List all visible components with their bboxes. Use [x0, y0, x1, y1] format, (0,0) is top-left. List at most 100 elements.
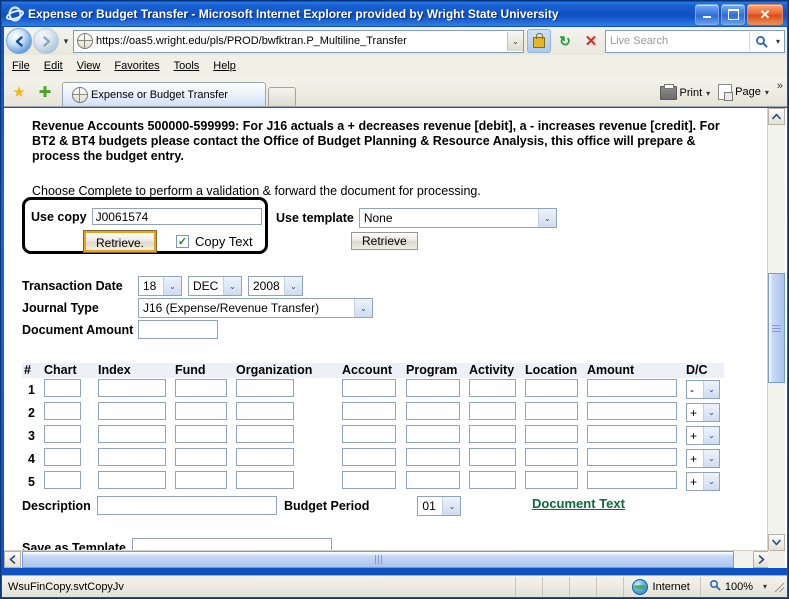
chevron-down-icon[interactable]: ⌄ — [703, 473, 719, 490]
chevron-down-icon[interactable]: ⌄ — [442, 497, 460, 515]
recent-pages-dropdown[interactable]: ▾ — [59, 36, 73, 47]
search-box[interactable]: Live Search ▾ — [605, 30, 785, 53]
organization-input[interactable] — [236, 448, 294, 466]
forward-button[interactable] — [33, 28, 59, 54]
account-input[interactable] — [342, 402, 396, 420]
chart-input[interactable] — [44, 448, 81, 466]
chart-input[interactable] — [44, 402, 81, 420]
program-input[interactable] — [406, 471, 460, 489]
scroll-left-button[interactable] — [4, 551, 21, 568]
program-input[interactable] — [406, 402, 460, 420]
search-input[interactable]: Live Search — [606, 35, 749, 47]
index-input[interactable] — [98, 379, 166, 397]
print-dropdown-icon[interactable]: ▾ — [706, 89, 710, 98]
resize-grip-icon[interactable] — [773, 581, 785, 593]
menu-item-help[interactable]: Help — [213, 60, 236, 72]
transaction-date-year-select[interactable]: 2008 ⌄ — [248, 276, 303, 296]
fund-input[interactable] — [175, 448, 227, 466]
location-input[interactable] — [525, 471, 578, 489]
chart-input[interactable] — [44, 379, 81, 397]
transaction-date-day-select[interactable]: 18 ⌄ — [138, 276, 182, 296]
amount-input[interactable] — [587, 379, 677, 397]
fund-input[interactable] — [175, 471, 227, 489]
index-input[interactable] — [98, 448, 166, 466]
journal-type-select[interactable]: J16 (Expense/Revenue Transfer) ⌄ — [138, 298, 373, 318]
location-input[interactable] — [525, 448, 578, 466]
print-command[interactable]: Print ▾ — [660, 86, 711, 100]
new-tab-button[interactable] — [268, 87, 296, 106]
menu-item-edit[interactable]: Edit — [44, 60, 63, 72]
chevron-down-icon[interactable]: ⌄ — [354, 299, 372, 317]
favorites-star-icon[interactable]: ★ — [10, 84, 28, 102]
tab-expense-or-budget-transfer[interactable]: Expense or Budget Transfer — [62, 82, 266, 106]
chevron-down-icon[interactable]: ⌄ — [703, 450, 719, 467]
use-copy-retrieve-button[interactable]: Retrieve. — [84, 231, 156, 252]
amount-input[interactable] — [587, 402, 677, 420]
fund-input[interactable] — [175, 402, 227, 420]
use-copy-input[interactable]: J0061574 — [92, 208, 262, 225]
search-icon[interactable] — [749, 32, 772, 51]
index-input[interactable] — [98, 402, 166, 420]
use-template-retrieve-button[interactable]: Retrieve — [351, 232, 418, 250]
maximize-button[interactable] — [721, 4, 745, 25]
account-input[interactable] — [342, 448, 396, 466]
zoom-dropdown-icon[interactable]: ▾ — [763, 582, 767, 591]
account-input[interactable] — [342, 379, 396, 397]
index-input[interactable] — [98, 425, 166, 443]
chevron-down-icon[interactable]: ⌄ — [703, 381, 719, 398]
program-input[interactable] — [406, 379, 460, 397]
activity-input[interactable] — [469, 425, 516, 443]
menu-item-file[interactable]: File — [12, 60, 30, 72]
dc-select[interactable]: +⌄ — [686, 472, 720, 491]
organization-input[interactable] — [236, 471, 294, 489]
copy-text-checkbox[interactable]: ✓ — [176, 235, 189, 248]
document-amount-input[interactable] — [138, 320, 218, 339]
fund-input[interactable] — [175, 379, 227, 397]
chart-input[interactable] — [44, 425, 81, 443]
account-input[interactable] — [342, 471, 396, 489]
dc-select[interactable]: +⌄ — [686, 426, 720, 445]
activity-input[interactable] — [469, 448, 516, 466]
fund-input[interactable] — [175, 425, 227, 443]
scroll-down-button[interactable] — [768, 534, 785, 551]
amount-input[interactable] — [587, 471, 677, 489]
activity-input[interactable] — [469, 471, 516, 489]
organization-input[interactable] — [236, 425, 294, 443]
search-provider-dropdown-icon[interactable]: ▾ — [772, 37, 784, 46]
chevron-down-icon[interactable]: ⌄ — [703, 404, 719, 421]
chevron-down-icon[interactable]: ⌄ — [538, 209, 556, 227]
chevron-down-icon[interactable]: ⌄ — [163, 277, 181, 295]
menu-item-tools[interactable]: Tools — [174, 60, 200, 72]
back-button[interactable] — [6, 28, 32, 54]
close-button[interactable]: ✕ — [747, 4, 783, 25]
chevron-down-icon[interactable]: ⌄ — [284, 277, 302, 295]
dc-select[interactable]: +⌄ — [686, 403, 720, 422]
use-template-select[interactable]: None ⌄ — [359, 208, 557, 228]
program-input[interactable] — [406, 425, 460, 443]
amount-input[interactable] — [587, 425, 677, 443]
budget-period-select[interactable]: 01 ⌄ — [417, 496, 461, 516]
amount-input[interactable] — [587, 448, 677, 466]
chart-input[interactable] — [44, 471, 81, 489]
horizontal-scrollbar[interactable] — [4, 550, 770, 568]
security-lock-icon[interactable] — [527, 29, 551, 53]
chevron-down-icon[interactable]: ⌄ — [703, 427, 719, 444]
location-input[interactable] — [525, 402, 578, 420]
page-command[interactable]: Page ▾ — [718, 84, 769, 100]
dc-select[interactable]: -⌄ — [686, 380, 720, 399]
activity-input[interactable] — [469, 402, 516, 420]
vertical-scrollbar[interactable] — [767, 108, 785, 551]
zoom-level-control[interactable]: 100% ▾ — [700, 577, 773, 597]
stop-button[interactable]: ✕ — [579, 29, 603, 53]
account-input[interactable] — [342, 425, 396, 443]
transaction-date-month-select[interactable]: DEC ⌄ — [188, 276, 242, 296]
chevron-down-icon[interactable]: ⌄ — [223, 277, 241, 295]
horizontal-scrollbar-thumb[interactable] — [22, 551, 734, 568]
organization-input[interactable] — [236, 402, 294, 420]
toolbar-overflow-icon[interactable]: » — [777, 80, 783, 92]
organization-input[interactable] — [236, 379, 294, 397]
refresh-button[interactable]: ↻ — [553, 29, 577, 53]
page-dropdown-icon[interactable]: ▾ — [765, 88, 769, 97]
address-history-dropdown-icon[interactable]: ⌄ — [507, 32, 523, 51]
vertical-scrollbar-thumb[interactable] — [768, 273, 785, 383]
